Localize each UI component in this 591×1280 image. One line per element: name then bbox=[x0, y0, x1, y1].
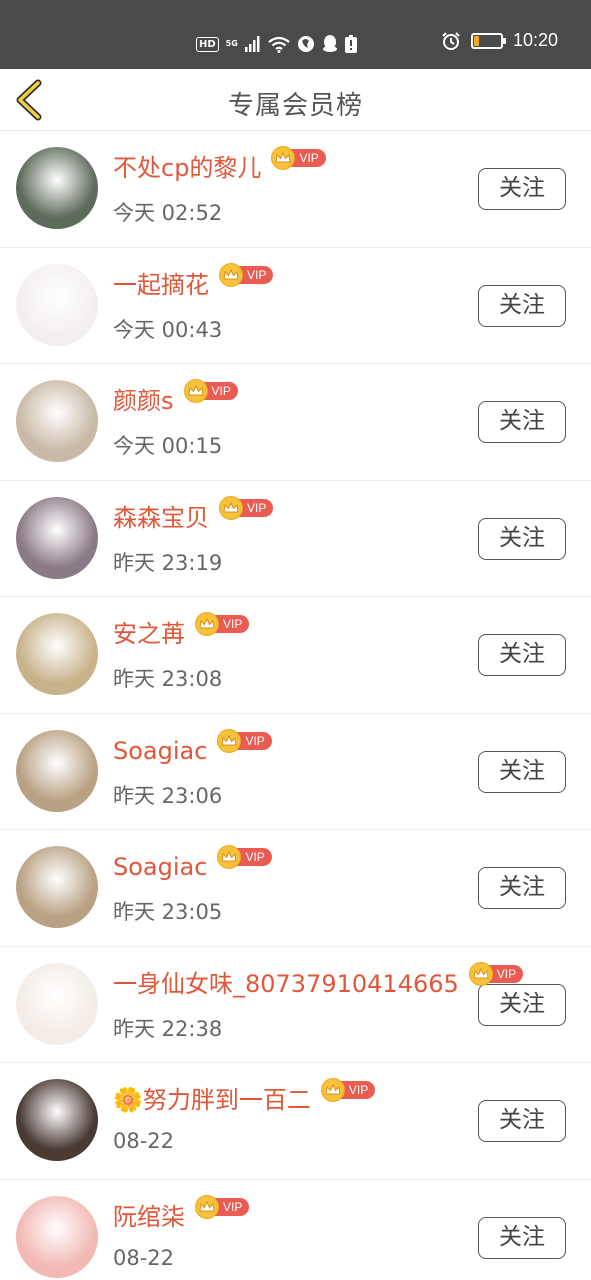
member-row[interactable]: 一起摘花 VIP 今天 00:43 关注 bbox=[0, 247, 591, 364]
follow-button[interactable]: 关注 bbox=[478, 168, 566, 210]
page-title: 专属会员榜 bbox=[227, 91, 363, 121]
follow-button[interactable]: 关注 bbox=[478, 867, 566, 909]
vip-badge: VIP bbox=[183, 379, 238, 403]
name-line: Soagiac VIP bbox=[113, 728, 272, 766]
member-time: 08-22 bbox=[113, 1129, 175, 1153]
name-line: 不处cp的黎儿 VIP bbox=[113, 146, 326, 183]
member-time: 今天 00:15 bbox=[113, 434, 223, 458]
name-line: 颜颜s VIP bbox=[113, 379, 238, 416]
crown-icon bbox=[468, 961, 493, 986]
alert-icon bbox=[344, 35, 357, 53]
member-row[interactable]: 安之苒 VIP 昨天 23:08 关注 bbox=[0, 597, 591, 714]
name-line: Soagiac VIP bbox=[113, 845, 272, 882]
vip-badge: VIP bbox=[271, 146, 326, 170]
wifi-icon bbox=[268, 36, 290, 53]
follow-button[interactable]: 关注 bbox=[478, 750, 566, 793]
status-bar: HD 5G 10:20 bbox=[0, 0, 591, 69]
hd-icon: HD bbox=[196, 36, 219, 52]
crown-icon bbox=[217, 728, 242, 753]
avatar[interactable] bbox=[16, 729, 98, 812]
crown-icon bbox=[219, 495, 243, 520]
member-row[interactable]: Soagiac VIP 昨天 23:05 关注 bbox=[0, 830, 591, 947]
member-row[interactable]: 🌼努力胖到一百二 VIP 08-22 关注 bbox=[0, 1063, 591, 1180]
vip-badge: VIP bbox=[195, 1194, 250, 1219]
crown-icon bbox=[195, 1194, 219, 1219]
avatar[interactable] bbox=[16, 962, 98, 1045]
name-line: 森森宝贝 VIP bbox=[113, 495, 274, 533]
member-row[interactable]: Soagiac VIP 昨天 23:06 关注 bbox=[0, 713, 591, 830]
crown-icon bbox=[183, 379, 208, 403]
browser-icon bbox=[297, 36, 314, 52]
avatar[interactable] bbox=[16, 613, 98, 695]
vip-badge: VIP bbox=[195, 612, 250, 636]
vip-badge: VIP bbox=[468, 961, 524, 986]
avatar[interactable] bbox=[16, 1195, 98, 1278]
member-time: 昨天 23:06 bbox=[113, 783, 223, 808]
member-name: 森森宝贝 bbox=[113, 503, 209, 532]
avatar[interactable] bbox=[16, 263, 98, 346]
member-row[interactable]: 颜颜s VIP 今天 00:15 关注 bbox=[0, 364, 591, 481]
member-row[interactable]: 森森宝贝 VIP 昨天 23:19 关注 bbox=[0, 480, 591, 597]
member-name: 🌼努力胖到一百二 bbox=[113, 1086, 311, 1114]
member-time: 昨天 23:08 bbox=[113, 667, 223, 691]
name-line: 安之苒 VIP bbox=[113, 612, 250, 649]
follow-button[interactable]: 关注 bbox=[478, 983, 566, 1026]
crown-icon bbox=[195, 612, 219, 636]
member-name: 一起摘花 bbox=[113, 270, 209, 299]
name-line: 🌼努力胖到一百二 VIP bbox=[113, 1078, 376, 1115]
signal-icon bbox=[244, 36, 260, 52]
crown-icon bbox=[219, 262, 243, 287]
member-name: Soagiac bbox=[113, 853, 208, 881]
member-name: 阮绾柒 bbox=[113, 1202, 185, 1231]
member-time: 08-22 bbox=[113, 1245, 175, 1270]
network-type-icon: 5G bbox=[225, 39, 238, 48]
member-name: 安之苒 bbox=[113, 620, 185, 648]
follow-button[interactable]: 关注 bbox=[478, 1216, 566, 1259]
member-time: 今天 02:52 bbox=[113, 201, 223, 225]
status-time: 10:20 bbox=[512, 30, 558, 50]
vip-badge: VIP bbox=[219, 495, 274, 520]
avatar[interactable] bbox=[16, 147, 98, 229]
follow-button[interactable]: 关注 bbox=[478, 1100, 566, 1142]
member-name: 不处cp的黎儿 bbox=[113, 154, 262, 182]
vip-badge: VIP bbox=[217, 728, 272, 753]
follow-button[interactable]: 关注 bbox=[478, 284, 566, 327]
avatar[interactable] bbox=[16, 846, 98, 928]
battery-level bbox=[473, 35, 479, 46]
nav-bar: 专属会员榜 bbox=[0, 69, 591, 131]
avatar[interactable] bbox=[16, 380, 98, 462]
battery-icon bbox=[470, 32, 506, 49]
name-line: 阮绾柒 VIP bbox=[113, 1194, 250, 1232]
name-line: 一身仙女味_80737910414665 VIP bbox=[113, 961, 524, 999]
status-icons-right: 10:20 bbox=[441, 30, 558, 51]
vip-badge: VIP bbox=[219, 262, 274, 287]
avatar[interactable] bbox=[16, 1079, 98, 1161]
member-time: 昨天 23:05 bbox=[113, 900, 223, 924]
qq-icon bbox=[322, 35, 337, 52]
follow-button[interactable]: 关注 bbox=[478, 634, 566, 676]
status-icons-left: HD 5G bbox=[196, 32, 357, 56]
member-row[interactable]: 不处cp的黎儿 VIP 今天 02:52 关注 bbox=[0, 131, 591, 248]
avatar[interactable] bbox=[16, 496, 98, 579]
member-name: 颜颜s bbox=[113, 387, 174, 415]
crown-icon bbox=[320, 1078, 345, 1102]
member-time: 今天 00:43 bbox=[113, 317, 223, 342]
member-name: 一身仙女味_80737910414665 bbox=[113, 969, 459, 998]
name-line: 一起摘花 VIP bbox=[113, 262, 274, 300]
follow-button[interactable]: 关注 bbox=[478, 401, 566, 443]
member-list: 不处cp的黎儿 VIP 今天 02:52 关注 一起摘花 VIP 今天 00:4… bbox=[0, 131, 591, 1280]
member-row[interactable]: 一身仙女味_80737910414665 VIP 昨天 22:38 关注 bbox=[0, 946, 591, 1063]
follow-button[interactable]: 关注 bbox=[478, 517, 566, 560]
member-time: 昨天 23:19 bbox=[113, 550, 223, 575]
member-time: 昨天 22:38 bbox=[113, 1016, 223, 1041]
member-row[interactable]: 阮绾柒 VIP 08-22 关注 bbox=[0, 1179, 591, 1280]
alarm-icon bbox=[442, 31, 460, 50]
member-name: Soagiac bbox=[113, 736, 208, 765]
vip-badge: VIP bbox=[320, 1078, 376, 1102]
vip-badge: VIP bbox=[217, 845, 272, 869]
